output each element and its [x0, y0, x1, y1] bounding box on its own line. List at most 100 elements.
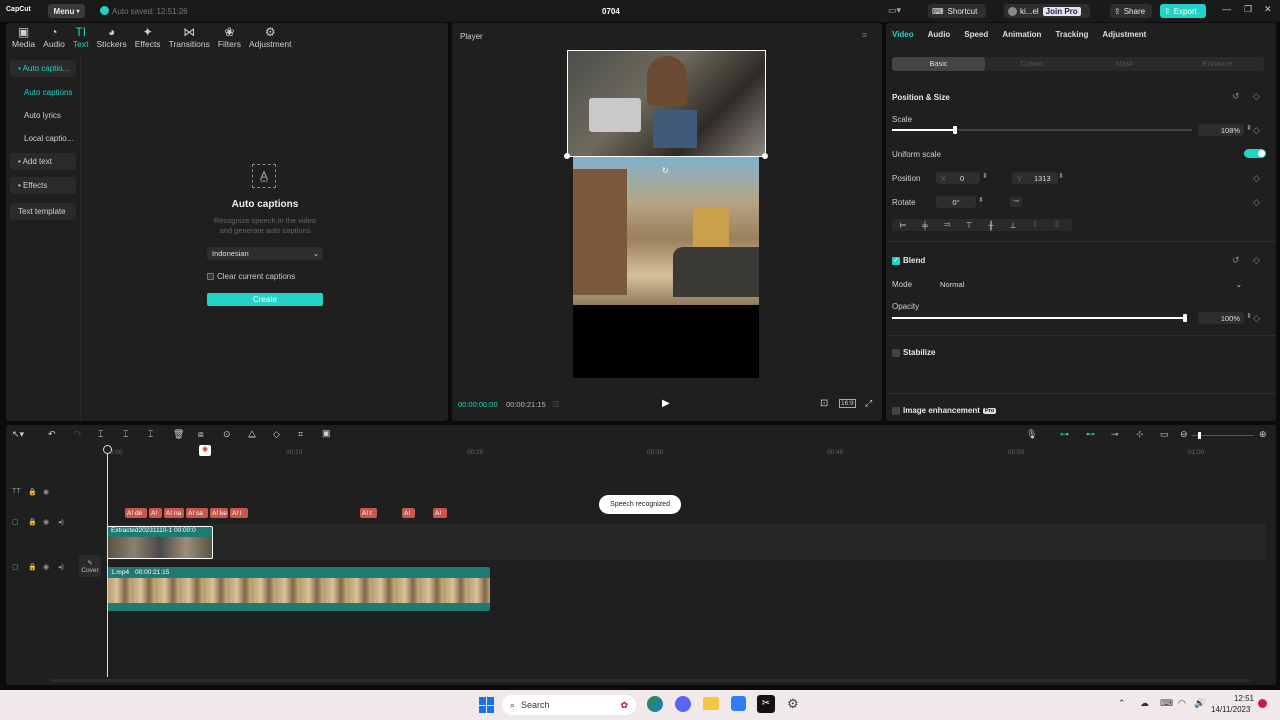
resize-handle-bl[interactable]: [564, 153, 570, 159]
scale-slider-knob[interactable]: [953, 126, 957, 134]
blend-checkbox[interactable]: ✓: [892, 256, 900, 265]
sidebar-item-auto-captions-group[interactable]: • Auto captio...: [10, 60, 76, 77]
stabilize-checkbox[interactable]: [892, 348, 900, 357]
select-tool-icon[interactable]: ↖▾: [12, 429, 24, 440]
opacity-slider-knob[interactable]: [1183, 314, 1187, 322]
language-select[interactable]: Indonesian ⌄: [207, 247, 323, 260]
close-icon[interactable]: ✕: [1264, 4, 1272, 15]
mirror-icon[interactable]: ⧋: [248, 429, 256, 440]
windows-start-icon[interactable]: [479, 697, 495, 713]
caption-clip[interactable]: A! dé: [125, 508, 147, 518]
position-keyframe-icon[interactable]: ◇: [1253, 173, 1260, 184]
lock-icon[interactable]: 🔒: [28, 518, 37, 526]
menu-button[interactable]: Menu ▾: [48, 4, 85, 18]
playhead[interactable]: [107, 447, 108, 677]
caption-clip[interactable]: A!: [402, 508, 415, 518]
rotate-input[interactable]: 0°: [936, 196, 976, 208]
sidebar-item-text-template[interactable]: Text template: [10, 203, 76, 220]
sidebar-item-auto-captions[interactable]: Auto captions: [16, 84, 76, 101]
preview-axis-icon[interactable]: ⊹: [1136, 429, 1144, 440]
subtab-mask[interactable]: Mask: [1078, 57, 1171, 71]
create-button[interactable]: Create: [207, 293, 323, 306]
opacity-input[interactable]: 100%: [1198, 312, 1244, 324]
align-right-icon[interactable]: ⫤: [936, 220, 958, 230]
play-icon[interactable]: ▶: [662, 398, 670, 409]
align-top-icon[interactable]: ⊤: [958, 221, 980, 230]
timeline-scrollbar[interactable]: [50, 679, 1250, 682]
align-left-icon[interactable]: ⊨: [892, 221, 914, 230]
eye-icon[interactable]: ◉: [43, 563, 49, 571]
language-icon[interactable]: ⌨: [1160, 698, 1173, 709]
snapshot-icon[interactable]: ⊡: [820, 398, 828, 409]
toolbar-effects[interactable]: ✦ Effects: [135, 25, 161, 49]
linkage-icon[interactable]: ⊸: [1111, 429, 1119, 440]
overlay-clip[interactable]: Extracted20231110-1 00:00:0: [107, 526, 213, 559]
scale-slider[interactable]: [892, 126, 1192, 134]
clock-date[interactable]: 14/11/2023: [1211, 705, 1250, 714]
tab-animation[interactable]: Animation: [1002, 30, 1041, 39]
filmstrip-icon[interactable]: ▥: [552, 399, 560, 408]
toolbar-stickers[interactable]: ◕ Stickers: [97, 25, 127, 49]
clear-captions-option[interactable]: Clear current captions: [207, 272, 295, 281]
freeze-icon[interactable]: ⧈: [198, 429, 204, 440]
toolbar-media[interactable]: ▣ Media: [12, 25, 35, 49]
scale-stepper-icon[interactable]: ⬍: [1246, 124, 1252, 132]
main-track-magnet-icon[interactable]: ⊶: [1060, 429, 1069, 440]
shortcut-button[interactable]: ⌨ Shortcut: [928, 4, 986, 18]
playhead-handle[interactable]: [103, 445, 112, 454]
file-explorer-icon[interactable]: [703, 697, 719, 710]
rotate-keyframe-icon[interactable]: ◇: [1253, 197, 1260, 208]
caption-clip[interactable]: A! na: [164, 508, 184, 518]
capcut-taskbar-icon[interactable]: ✂: [757, 695, 775, 713]
auto-reframe-icon[interactable]: ▣: [322, 428, 331, 439]
split-left-icon[interactable]: ⌶: [123, 429, 128, 440]
caption-clip[interactable]: A! t: [360, 508, 377, 518]
mode-select[interactable]: Normal ⌄: [936, 278, 1246, 290]
toolbar-text[interactable]: TI Text: [73, 25, 89, 49]
crop-icon[interactable]: ⌗: [298, 429, 303, 440]
gameplay-video-frame[interactable]: [573, 157, 759, 305]
sidebar-item-local-captions[interactable]: Local captio...: [16, 130, 76, 147]
tab-adjustment[interactable]: Adjustment: [1102, 30, 1146, 39]
ratio-button[interactable]: 16:9: [839, 399, 856, 408]
align-center-v-icon[interactable]: ╫: [980, 221, 1002, 230]
lock-icon[interactable]: 🔒: [28, 563, 37, 571]
undo-icon[interactable]: ↶: [48, 429, 56, 440]
rotate-handle-icon[interactable]: ↻: [662, 166, 669, 175]
scale-input[interactable]: 108%: [1198, 124, 1244, 136]
opacity-stepper-icon[interactable]: ⬍: [1246, 312, 1252, 320]
align-bottom-icon[interactable]: ⊥: [1002, 221, 1024, 230]
pos-y-stepper-icon[interactable]: ⬍: [1058, 172, 1064, 180]
eye-icon[interactable]: ◉: [43, 518, 49, 526]
wifi-icon[interactable]: ◠: [1178, 698, 1186, 709]
share-button[interactable]: ⇪ Share: [1110, 4, 1152, 18]
audio-mute-icon[interactable]: ◂): [58, 518, 64, 526]
video-canvas[interactable]: ↻: [564, 50, 768, 378]
minimize-icon[interactable]: —: [1222, 4, 1231, 14]
blend-keyframe-icon[interactable]: ◇: [1253, 255, 1260, 266]
join-pro-badge[interactable]: Join Pro: [1042, 6, 1081, 16]
redo-icon[interactable]: ↷: [74, 429, 82, 440]
main-video-clip[interactable]: 1.mp4 00:00:21:15: [107, 567, 490, 611]
tray-chevron-icon[interactable]: ⌃: [1118, 698, 1126, 709]
position-y-input[interactable]: Y 1313: [1012, 172, 1058, 184]
export-button[interactable]: ⇧ Export: [1160, 4, 1206, 18]
reverse-icon[interactable]: ⊙: [223, 429, 231, 440]
tab-tracking[interactable]: Tracking: [1055, 30, 1088, 39]
edge-icon[interactable]: [647, 696, 663, 712]
volume-icon[interactable]: 🔊: [1194, 698, 1205, 709]
caption-clip[interactable]: A! ke: [210, 508, 228, 518]
cover-button[interactable]: ✎ Cover: [79, 555, 101, 577]
settings-icon[interactable]: ⚙: [787, 696, 799, 712]
uniform-scale-toggle[interactable]: [1244, 149, 1266, 158]
subtab-cutout[interactable]: Cutout: [985, 57, 1078, 71]
zoom-slider-knob[interactable]: [1198, 432, 1201, 439]
taskbar-search[interactable]: ⌕ Search ✿: [502, 695, 636, 715]
notification-badge[interactable]: [1258, 699, 1267, 708]
reset-icon[interactable]: ↺: [1232, 91, 1240, 102]
fullscreen-icon[interactable]: ⤢: [865, 398, 872, 409]
discord-icon[interactable]: [675, 696, 691, 712]
opacity-keyframe-icon[interactable]: ◇: [1253, 313, 1260, 324]
distribute-v-icon[interactable]: ⫼: [1046, 220, 1068, 230]
split-icon[interactable]: ⌶: [98, 429, 103, 440]
